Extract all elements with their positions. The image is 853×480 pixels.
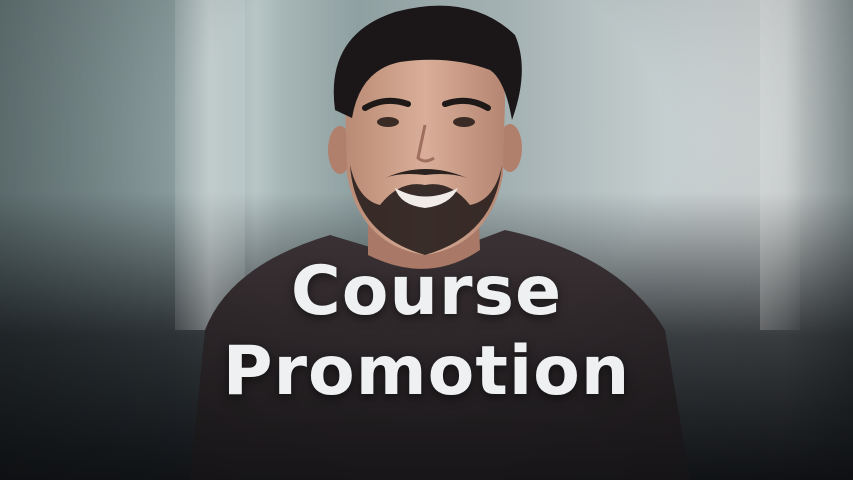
eye-left: [377, 117, 399, 127]
course-promo-banner: Course Promotion: [0, 0, 853, 480]
promo-title-line-2: Promotion: [222, 332, 631, 411]
promo-title-line-1: Course: [290, 252, 563, 331]
promo-title: Course Promotion: [0, 252, 853, 412]
eye-right: [453, 117, 475, 127]
